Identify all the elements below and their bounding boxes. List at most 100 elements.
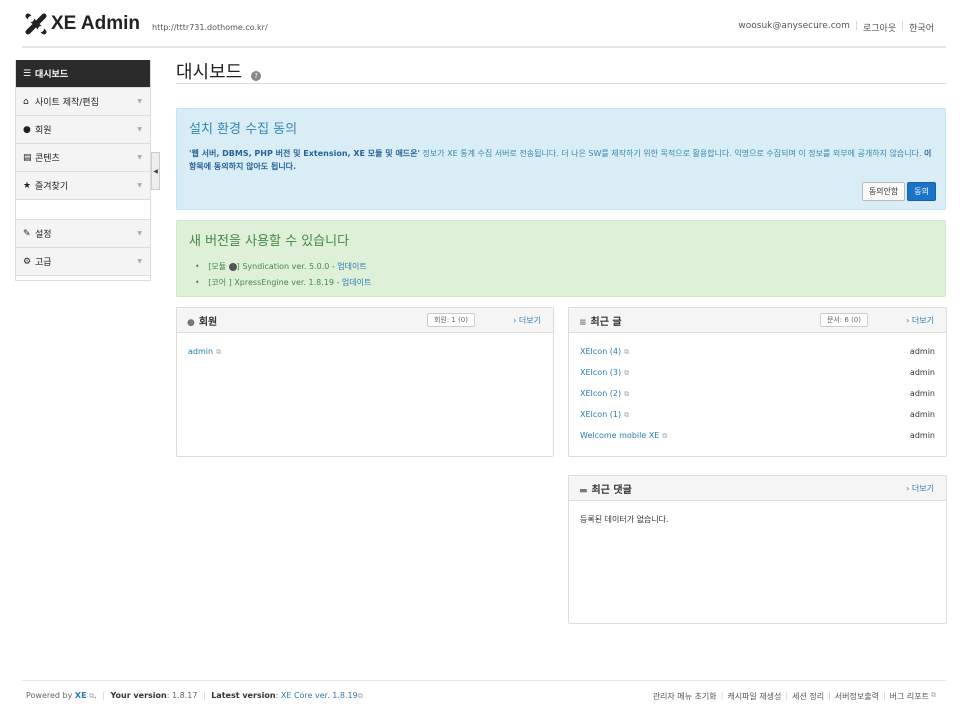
more-link[interactable]: › 더보기 [513,315,541,326]
more-link[interactable]: › 더보기 [906,483,934,494]
page-title-bar: 대시보드 ? [176,58,946,84]
panel-title-text: 최근 글 [590,316,622,328]
sidebar-toggle-button[interactable]: ◀ [151,152,160,190]
server-info-link[interactable]: 서버정보출력 [835,691,879,702]
external-link-icon[interactable]: ⧉ [624,390,629,399]
chevron-down-icon: ▼ [137,230,142,237]
author: admin [909,368,935,377]
panel-title-text: 최근 댓글 [591,484,632,496]
member-link[interactable]: admin [188,347,213,356]
list-item: XEIcon (3) ⧉ admin [580,362,935,383]
clear-session-link[interactable]: 세션 정리 [792,691,824,702]
xe-logo-icon [25,13,47,35]
bug-report-link[interactable]: 버그 리포트 [890,691,929,702]
sidebar-item-advanced[interactable]: ⚙ 고급 ▼ [16,248,150,276]
document-icon: ▤ [23,152,32,163]
page-title: 대시보드 [176,62,243,83]
doc-link[interactable]: XEIcon (1) [580,410,621,419]
panel-title: ● 회원 [187,313,217,328]
reset-menu-link[interactable]: 관리자 메뉴 초기화 [653,691,717,702]
info-icon [228,262,237,271]
panel-header: ● 회원 회원: 1 (0) › 더보기 [177,308,553,333]
update-link[interactable]: 업데이트 [337,262,366,271]
chevron-down-icon: ▼ [137,154,142,161]
update-item-text: ] Syndication ver. 5.0.0 - [236,262,338,271]
latest-version-link[interactable]: XE Core ver. 1.8.19 [281,691,358,700]
chevron-down-icon: ▼ [137,258,142,265]
sidebar-item-contents[interactable]: ▤ 콘텐츠 ▼ [16,144,150,172]
count-badge: 회원: 1 (0) [426,313,475,327]
list-item: XEIcon (1) ⧉ admin [580,404,935,425]
logo[interactable]: XE Admin [25,13,140,35]
header: XE Admin http://tttr731.dothome.co.kr/ w… [22,10,946,48]
external-link-icon[interactable]: ⧉ [931,691,936,702]
site-url-link[interactable]: http://tttr731.dothome.co.kr/ [152,23,268,32]
sidebar-item-label: 콘텐츠 [35,154,60,164]
chevron-down-icon: ▼ [137,98,142,105]
recent-docs-panel: ≡ 최근 글 문서: 6 (0) › 더보기 XEIcon (4) ⧉ admin … [568,307,947,457]
user-email-link[interactable]: woosuk@anysecure.com [738,21,850,34]
footer: Powered by XE ⧉. | Your version: 1.8.17 … [22,680,946,708]
recent-comments-panel: ▬ 최근 댓글 › 더보기 등록된 데이터가 없습니다. [568,475,947,624]
consent-body: 정보가 XE 통계 수집 서버로 전송됩니다. 더 나은 SW를 제작하기 위한… [419,149,925,158]
update-alert: 새 버전을 사용할 수 있습니다 [모듈 ] Syndication ver. … [176,220,946,297]
count-badge: 문서: 6 (0) [819,313,868,327]
xe-link[interactable]: XE [75,691,87,700]
sidebar: ☰ 대시보드 ⌂ 사이트 제작/편집 ▼ ● 회원 ▼ ▤ 콘텐츠 ▼ ★ 즐겨… [15,60,151,281]
external-link-icon[interactable]: ⧉ [216,348,221,357]
sidebar-item-label: 회원 [35,126,52,136]
sidebar-item-dashboard[interactable]: ☰ 대시보드 [16,60,150,88]
chevron-left-icon: ◀ [153,167,158,175]
panel-body: 등록된 데이터가 없습니다. [569,501,946,538]
sidebar-item-site-edit[interactable]: ⌂ 사이트 제작/편집 ▼ [16,88,150,116]
update-item-text: [코어 ] XpressEngine ver. 1.8.19 - [208,278,342,287]
global-nav: woosuk@anysecure.com | 로그아웃 | 한국어 [738,21,934,34]
list-item: [모듈 ] Syndication ver. 5.0.0 - 업데이트 [195,259,933,275]
doc-link[interactable]: Welcome mobile XE [580,431,659,440]
comment-icon: ▬ [579,485,588,496]
your-version-label: Your version [110,691,167,700]
sidebar-item-favorites[interactable]: ★ 즐겨찾기 ▼ [16,172,150,200]
logout-link[interactable]: 로그아웃 [863,21,896,34]
footer-version-info: Powered by XE ⧉. | Your version: 1.8.17 … [26,691,363,700]
consent-buttons: 동의안함 동의 [861,182,936,201]
update-title: 새 버전을 사용할 수 있습니다 [189,234,350,249]
external-link-icon[interactable]: ⧉ [624,369,629,378]
doc-link[interactable]: XEIcon (4) [580,347,621,356]
sidebar-item-settings[interactable]: ✎ 설정 ▼ [16,220,150,248]
members-panel: ● 회원 회원: 1 (0) › 더보기 admin ⧉ [176,307,554,457]
external-link-icon[interactable]: ⧉ [358,692,363,700]
external-link-icon[interactable]: ⧉ [624,348,629,357]
author: admin [909,410,935,419]
author: admin [909,431,935,440]
doc-link[interactable]: XEIcon (3) [580,368,621,377]
doc-link[interactable]: XEIcon (2) [580,389,621,398]
decline-button[interactable]: 동의안함 [861,182,906,201]
list-item: [코어 ] XpressEngine ver. 1.8.19 - 업데이트 [195,275,933,291]
your-version-value: : 1.8.17 [166,691,198,700]
panel-title-text: 회원 [198,316,218,328]
sidebar-item-label: 대시보드 [35,70,69,80]
panel-title: ▬ 최근 댓글 [579,481,632,496]
gear-icon: ⚙ [23,256,32,267]
update-link[interactable]: 업데이트 [342,278,371,287]
logo-text: XE Admin [51,13,141,34]
agree-button[interactable]: 동의 [907,182,936,201]
external-link-icon[interactable]: ⧉ [89,692,94,700]
list-icon: ☰ [23,68,32,79]
sidebar-item-label: 사이트 제작/편집 [35,98,99,108]
panel-header: ▬ 최근 댓글 › 더보기 [569,476,946,501]
sidebar-spacer [16,200,150,220]
empty-text: 등록된 데이터가 없습니다. [580,515,669,524]
external-link-icon[interactable]: ⧉ [624,411,629,420]
language-link[interactable]: 한국어 [909,21,934,34]
consent-bold-lead: '웹 서버, DBMS, PHP 버전 및 Extension, XE 모듈 및… [189,149,420,158]
external-link-icon[interactable]: ⧉ [662,432,667,441]
sidebar-item-label: 즐겨찾기 [35,182,69,192]
list-icon: ≡ [579,317,587,328]
sidebar-item-members[interactable]: ● 회원 ▼ [16,116,150,144]
regenerate-cache-link[interactable]: 캐시파일 재생성 [727,691,781,702]
help-icon[interactable]: ? [251,70,262,81]
panel-header: ≡ 최근 글 문서: 6 (0) › 더보기 [569,308,946,333]
more-link[interactable]: › 더보기 [906,315,934,326]
